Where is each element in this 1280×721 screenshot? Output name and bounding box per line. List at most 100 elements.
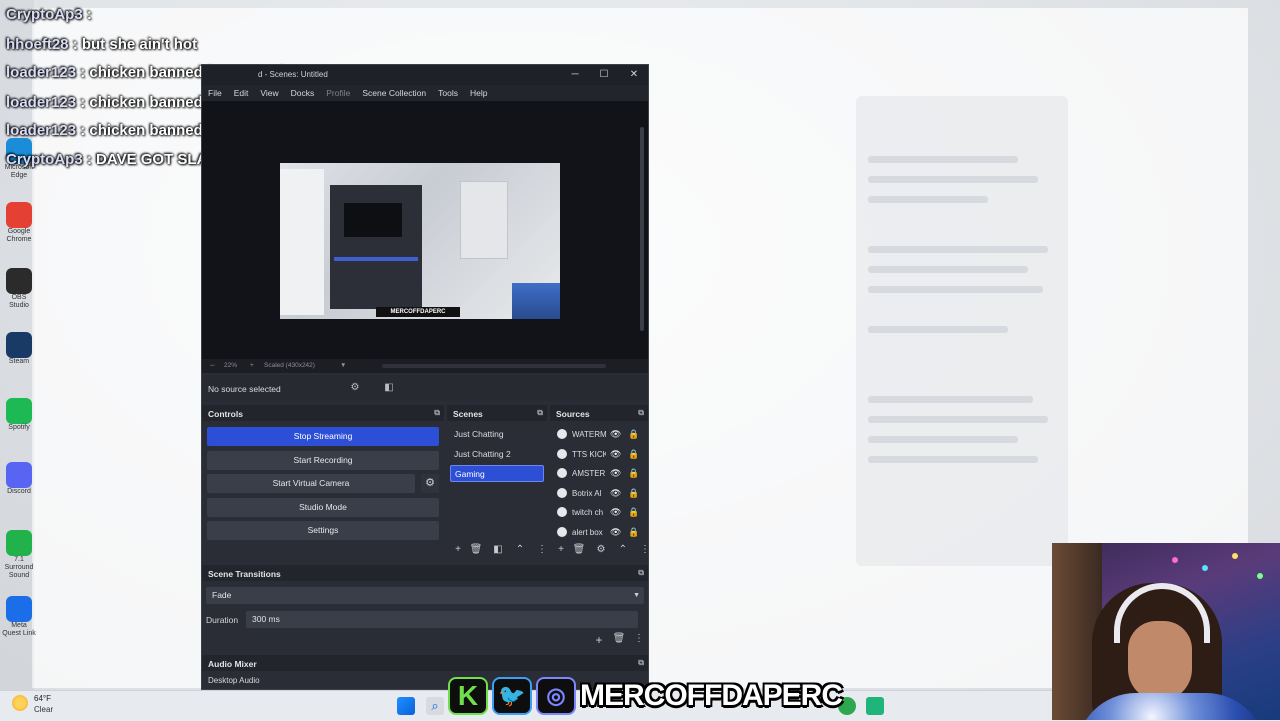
visibility-eye-icon[interactable]: 👁 (610, 465, 621, 482)
sources-undock-icon[interactable]: ⧉ (638, 408, 644, 418)
search-icon[interactable]: ⌕ (426, 697, 444, 715)
taskbar-app-icon-2[interactable] (866, 697, 884, 715)
source-item[interactable]: WATERM 👁 🔒 (554, 426, 646, 443)
weather-temp[interactable]: 64°F (34, 694, 51, 703)
desktop-icon[interactable]: Google Chrome (6, 202, 36, 244)
visibility-eye-icon[interactable]: 👁 (610, 524, 621, 541)
menu-item-scene-collection[interactable]: Scene Collection (362, 85, 432, 101)
add-transition-icon[interactable]: + (592, 633, 606, 647)
chat-message: CryptoAp3 : (6, 6, 92, 23)
duration-input[interactable]: 300 ms (246, 611, 638, 628)
surround-icon (6, 530, 32, 556)
source-item[interactable]: twitch ch 👁 🔒 (554, 504, 646, 521)
transitions-undock-icon[interactable]: ⧉ (638, 568, 644, 578)
window-title: d - Scenes: Untitled (258, 70, 328, 79)
desktop-audio-label: Desktop Audio (208, 676, 260, 685)
zoom-minus-icon[interactable]: ─ (210, 362, 215, 369)
lock-icon[interactable]: 🔒 (628, 446, 639, 463)
studio-mode-button[interactable]: Studio Mode (207, 498, 439, 517)
source-name: TTS KICK (572, 449, 606, 459)
weather-sun-icon[interactable] (12, 695, 28, 711)
source-name: alert box (572, 527, 603, 537)
close-button[interactable]: ✕ (625, 68, 643, 82)
move-scene-up-icon[interactable]: ⌃ (513, 544, 527, 555)
desktop-icon[interactable]: Meta Quest Link (2, 596, 36, 638)
menu-item-edit[interactable]: Edit (234, 85, 255, 101)
chat-separator: : (80, 64, 86, 81)
desktop-icon[interactable]: OBS Studio (6, 268, 36, 310)
add-source-icon[interactable]: + (554, 544, 568, 555)
desktop-icon-label: Google Chrome (6, 228, 32, 243)
visibility-eye-icon[interactable]: 👁 (610, 446, 621, 463)
menu-item-help[interactable]: Help (470, 85, 493, 101)
sources-dock-header: Sources ⧉ (550, 405, 648, 421)
scene-item[interactable]: Just Chatting 2 (450, 446, 544, 463)
preview-area[interactable]: MERCOFFDAPERC (202, 101, 648, 359)
add-scene-icon[interactable]: + (451, 544, 465, 555)
lock-icon[interactable]: 🔒 (628, 465, 639, 482)
desktop-icon[interactable]: 7.1 Surround Sound (5, 530, 36, 580)
menu-item-tools[interactable]: Tools (438, 85, 464, 101)
visibility-eye-icon[interactable]: 👁 (610, 485, 621, 502)
stop-streaming-button[interactable]: Stop Streaming (207, 427, 439, 446)
remove-transition-icon[interactable]: 🗑 (612, 633, 626, 644)
source-filters-icon[interactable]: ◧ (383, 382, 395, 394)
transition-more-icon[interactable]: ⋮ (632, 633, 646, 644)
remove-scene-icon[interactable]: 🗑 (469, 544, 483, 555)
transition-select[interactable]: Fade ▼ (206, 587, 644, 604)
source-settings-gear-icon[interactable]: ⚙ (594, 544, 608, 555)
lock-icon[interactable]: 🔒 (628, 504, 639, 521)
chat-username: hhoeft28 (6, 36, 69, 53)
source-name: Botrix Al (572, 488, 602, 498)
zoom-plus-icon[interactable]: + (250, 362, 254, 369)
desktop-icon-label: Spotify (8, 424, 30, 431)
menu-item-file[interactable]: File (208, 85, 228, 101)
start-recording-button[interactable]: Start Recording (207, 451, 439, 470)
desktop-icon-label: Steam (8, 358, 30, 365)
controls-undock-icon[interactable]: ⧉ (434, 408, 440, 418)
virtual-camera-gear-icon[interactable]: ⚙ (421, 474, 439, 493)
remove-source-icon[interactable]: 🗑 (572, 544, 586, 555)
start-button[interactable] (397, 697, 415, 715)
scene-more-icon[interactable]: ⋮ (535, 544, 549, 555)
start-virtual-camera-button[interactable]: Start Virtual Camera (207, 474, 415, 493)
scene-item[interactable]: Just Chatting (450, 426, 544, 443)
visibility-eye-icon[interactable]: 👁 (610, 504, 621, 521)
zoom-bar: ─ 22% + Scaled (430x242) ▼ (202, 359, 648, 373)
mixer-undock-icon[interactable]: ⧉ (638, 658, 644, 668)
scene-item[interactable]: Gaming (450, 465, 544, 482)
lock-icon[interactable]: 🔒 (628, 426, 639, 443)
menu-item-view[interactable]: View (260, 85, 284, 101)
obs-window[interactable]: d - Scenes: Untitled ─ ☐ ✕ File Edit View D… (201, 64, 652, 690)
source-item[interactable]: AMSTER 👁 🔒 (554, 465, 646, 482)
chat-username: CryptoAp3 (6, 6, 83, 23)
source-more-icon[interactable]: ⋮ (638, 544, 652, 555)
source-properties-gear-icon[interactable]: ⚙ (349, 382, 361, 394)
source-toolbar: No source selected ⚙ ◧ (202, 375, 648, 401)
desktop-icon[interactable]: Discord (6, 462, 36, 496)
scale-dropdown-icon[interactable]: ▼ (340, 362, 346, 369)
source-item[interactable]: alert box 👁 🔒 (554, 524, 646, 541)
scenes-undock-icon[interactable]: ⧉ (537, 408, 543, 418)
minimize-button[interactable]: ─ (566, 68, 584, 82)
obs-titlebar[interactable]: d - Scenes: Untitled ─ ☐ ✕ (202, 65, 648, 85)
source-item[interactable]: Botrix Al 👁 🔒 (554, 485, 646, 502)
source-name: WATERM (572, 430, 606, 439)
preview-scrollbar[interactable] (640, 127, 644, 331)
maximize-button[interactable]: ☐ (595, 68, 613, 82)
weather-condition[interactable]: Clear (34, 705, 53, 714)
lock-icon[interactable]: 🔒 (628, 485, 639, 502)
preview-h-scrollbar[interactable] (382, 364, 606, 368)
desktop-icon-label: 7.1 Surround Sound (4, 556, 34, 579)
menu-item-docks[interactable]: Docks (291, 85, 321, 101)
settings-button[interactable]: Settings (207, 521, 439, 540)
scene-filter-icon[interactable]: ◧ (491, 544, 505, 555)
source-item[interactable]: TTS KICK 👁 🔒 (554, 446, 646, 463)
visibility-eye-icon[interactable]: 👁 (610, 426, 621, 443)
move-source-up-icon[interactable]: ⌃ (616, 544, 630, 555)
lock-icon[interactable]: 🔒 (628, 524, 639, 541)
kick-icon: K (448, 677, 488, 715)
desktop-icon[interactable]: Spotify (6, 398, 36, 432)
desktop-icon[interactable]: Steam (6, 332, 36, 366)
menu-item-profile[interactable]: Profile (326, 85, 356, 101)
